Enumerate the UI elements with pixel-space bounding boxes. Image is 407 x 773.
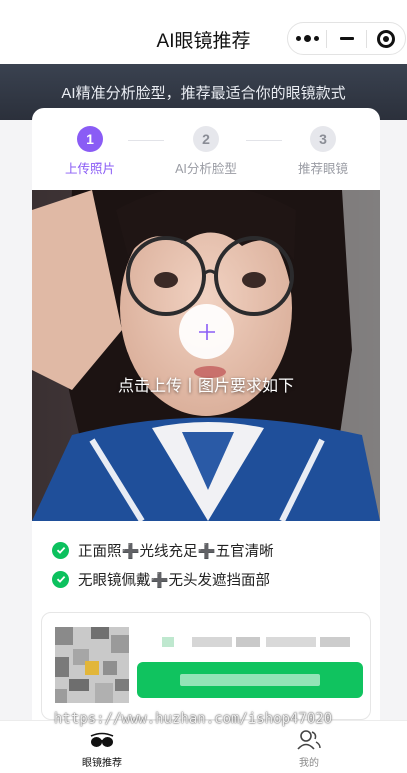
step-label: AI分析脸型: [175, 162, 237, 176]
navigation-bar: AI眼镜推荐: [0, 0, 407, 64]
minimize-icon: [339, 37, 354, 40]
promo-box: [41, 612, 371, 720]
step-label: 上传照片: [64, 162, 115, 176]
minimize-button[interactable]: [327, 22, 365, 55]
step-recommend-glasses: 3 推荐眼镜: [273, 126, 373, 177]
main-card: 1 上传照片 2 AI分析脸型 3 推荐眼镜 点击上传丨图片要求如下 正面照➕光…: [32, 108, 380, 748]
watermark-text: https://www.huzhan.com/ishop47020: [54, 711, 333, 727]
tab-glasses-recommend[interactable]: 眼镜推荐: [62, 729, 142, 769]
requirement-item: 无眼镜佩戴➕无头发遮挡面部: [52, 568, 270, 590]
tab-my-profile[interactable]: 我的: [269, 729, 349, 769]
requirement-text: 正面照➕光线充足➕五官清晰: [78, 543, 274, 560]
promo-button-label-pixelated: [180, 674, 320, 686]
step-number: 2: [193, 126, 219, 152]
qr-code-image: [55, 627, 129, 703]
upload-button[interactable]: [179, 304, 234, 359]
hero-subtitle: AI精准分析脸型，推荐最适合你的眼镜款式: [61, 85, 346, 102]
mini-program-capsule: [287, 22, 406, 55]
glasses-icon: [90, 732, 114, 747]
tab-label: 我的: [299, 758, 319, 769]
requirement-item: 正面照➕光线充足➕五官清晰: [52, 539, 274, 561]
step-number: 1: [77, 126, 103, 152]
target-close-icon: [376, 29, 395, 48]
more-dots-icon: [295, 35, 319, 42]
upload-instruction: 点击上传丨图片要求如下: [117, 378, 294, 395]
check-circle-icon: [52, 570, 69, 588]
photo-upload-area[interactable]: 点击上传丨图片要求如下: [32, 190, 380, 521]
step-upload-photo: 1 上传照片: [40, 126, 140, 177]
promo-text-pixelated: [162, 637, 350, 647]
user-icon: [297, 730, 321, 750]
step-indicator: 1 上传照片 2 AI分析脸型 3 推荐眼镜: [32, 126, 380, 186]
more-button[interactable]: [288, 22, 326, 55]
requirement-text: 无眼镜佩戴➕无头发遮挡面部: [78, 572, 271, 589]
tab-label: 眼镜推荐: [82, 758, 122, 769]
step-label: 推荐眼镜: [297, 162, 348, 176]
bottom-tab-bar: 眼镜推荐 我的: [0, 720, 407, 773]
plus-icon: [198, 323, 215, 340]
promo-action-button[interactable]: [137, 662, 363, 698]
check-circle-icon: [52, 541, 69, 559]
step-analyze-face: 2 AI分析脸型: [156, 126, 256, 177]
close-button[interactable]: [367, 22, 405, 55]
step-number: 3: [310, 126, 336, 152]
